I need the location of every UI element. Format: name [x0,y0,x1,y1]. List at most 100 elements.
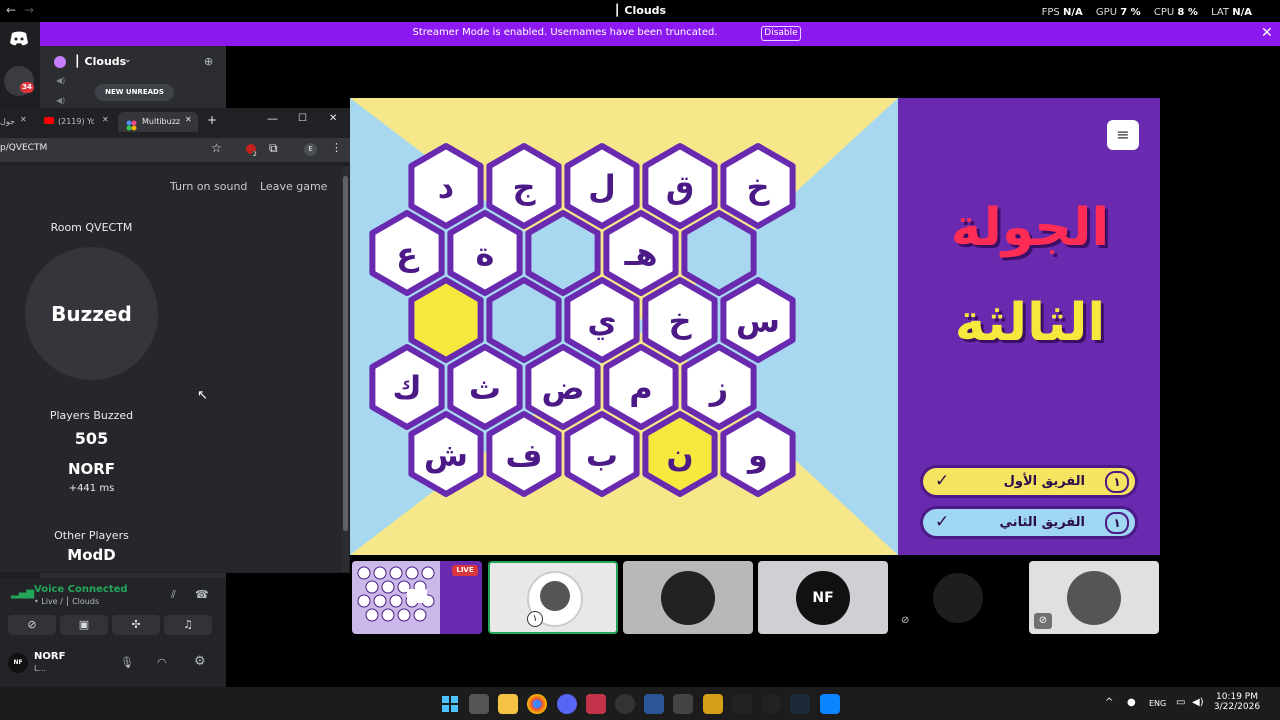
voice-channel-path[interactable]: • Live / ⎮ Clouds [34,597,99,606]
extension-badge: 2 [252,151,258,158]
address-bar[interactable] [0,138,350,162]
windows-taskbar [0,687,1280,720]
hex-letter: خ [746,168,770,206]
file-explorer-icon[interactable] [498,694,518,714]
discord-title-bar: ← → ⎮ Clouds FPS N/A GPU 7 % CPU 8 % LAT… [0,0,1280,22]
app-icon[interactable] [586,694,606,714]
chevron-up-icon[interactable]: ^ [1105,697,1113,708]
task-view-icon[interactable] [469,694,489,714]
hex-cell[interactable] [681,210,757,296]
participant-tile[interactable] [623,561,753,634]
buzz-button-label[interactable]: Buzzed [25,302,158,326]
camera-off-button[interactable]: ⊘ [8,615,56,635]
screen-share-button[interactable]: ▣ [60,615,108,635]
browser-tab[interactable]: (2119) Yo [58,112,94,132]
close-window-icon[interactable]: ✕ [329,113,337,124]
hex-letter: ض [541,369,584,407]
activities-button[interactable]: ✣ [112,615,160,635]
hex-cell[interactable] [525,210,601,296]
participant-avatar [1067,571,1121,625]
app-icon[interactable] [820,694,840,714]
maximize-icon[interactable]: ☐ [298,113,307,124]
round-title-line1: الجولة [950,198,1110,258]
hex-letter: ع [396,235,420,273]
volume-icon[interactable]: ◀) [1192,697,1204,708]
steam-icon[interactable] [790,694,810,714]
hex-letter: و [746,436,768,474]
discord-home-icon[interactable] [4,24,34,54]
scrollbar-thumb[interactable] [343,176,348,531]
hex-letter: ك [392,369,421,407]
extensions-puzzle-icon[interactable]: ⧉ [269,141,278,156]
browser-menu-icon[interactable]: ⋮ [331,141,342,154]
participant-tile[interactable]: ⊘ [893,561,1023,634]
close-tab-icon[interactable]: ✕ [185,115,192,124]
turn-on-sound-link[interactable]: Turn on sound [170,180,247,193]
participant-tile-speaking[interactable]: ١ [488,561,618,634]
hex-letter: ز [708,369,728,407]
settings-taskbar-icon[interactable] [615,694,635,714]
leave-game-link[interactable]: Leave game [260,180,327,193]
app-icon[interactable] [703,694,723,714]
team2-card[interactable]: ✓ الفريق الثاني ١ [920,506,1138,539]
new-tab-button[interactable]: + [207,113,217,127]
microphone-tray-icon[interactable]: ● [1127,697,1136,708]
user-avatar[interactable]: NF [8,653,28,673]
new-unreads-pill[interactable]: NEW UNREADS [95,84,174,101]
round-title-line2: الثالثة [954,293,1106,353]
microphone-icon[interactable]: 🎙︎ [120,656,134,669]
hamburger-menu-icon[interactable]: ≡ [1107,120,1139,150]
hex-letter: ف [505,436,542,474]
close-tab-icon[interactable]: ✕ [102,115,109,124]
hex-cell[interactable] [408,277,484,363]
language-indicator[interactable]: ENG [1149,699,1166,708]
server-header[interactable] [44,52,226,72]
team1-score: ١ [1105,471,1129,493]
profile-avatar[interactable]: E [304,143,317,156]
hex-letter: م [629,369,652,407]
discord-taskbar-icon[interactable] [557,694,577,714]
app-icon[interactable] [761,694,781,714]
signal-icon[interactable]: ▂▄▆ [11,588,34,599]
streamer-mode-banner: Streamer Mode is enabled. Usernames have… [0,22,1280,46]
hex-letter: هـ [623,235,657,273]
hex-letter: ش [424,436,468,474]
soundboard-button[interactable]: ♫ [164,615,212,635]
live-badge: LIVE [452,565,478,576]
bookmark-star-icon[interactable]: ☆ [211,141,222,155]
close-tab-icon[interactable]: ✕ [20,115,27,124]
noise-suppression-icon[interactable]: ⫽ [171,588,176,602]
app-icon[interactable] [644,694,664,714]
user-name[interactable]: NORF [34,651,65,662]
voice-connected-status[interactable]: Voice Connected [34,584,128,595]
lat-label: LAT [1211,7,1230,18]
headphones-icon[interactable]: ◠ [157,656,167,669]
disable-streamer-mode-button[interactable]: Disable [761,26,801,41]
app-icon[interactable] [732,694,752,714]
disconnect-icon[interactable]: ☎ [195,588,209,601]
participant-tile[interactable]: NF [758,561,888,634]
hex-board[interactable]: خ ق ل ج د هـ ة ع س خ ي ز م ض ث ك و ن ب فش [350,98,898,555]
close-banner-icon[interactable]: ✕ [1261,25,1273,41]
cpu-value: 8 % [1177,7,1198,18]
windows-start-icon[interactable] [440,694,460,714]
streamer-mode-message: Streamer Mode is enabled. Usernames have… [412,27,718,38]
team1-card[interactable]: ✓ الفريق الأول ١ [920,465,1138,498]
hex-cell[interactable] [486,277,562,363]
clock-date: 3/22/2026 [1213,702,1261,712]
game-stream-view[interactable]: خ ق ل ج د هـ ة ع س خ ي ز م ض ث ك و ن ب ف ش ≡ الجولة الثالثة … [350,98,1160,555]
settings-gear-icon[interactable]: ⚙ [194,654,206,669]
invite-people-icon[interactable]: ⊕ [204,55,213,68]
chrome-icon[interactable] [527,694,547,714]
app-icon[interactable] [673,694,693,714]
system-clock[interactable]: 10:19 PM 3/22/2026 [1212,692,1262,712]
participant-tile[interactable]: ⊘ [1029,561,1159,634]
hex-letter: د [438,168,454,206]
server-name[interactable]: ⎮ Clouds [74,55,126,68]
url-text[interactable]: p/QVECTM [0,143,47,153]
screen-share-icon: ▣ [78,618,90,631]
network-icon[interactable]: ▭ [1176,697,1185,708]
minimize-icon[interactable]: — [267,112,278,125]
chevron-down-icon[interactable]: ⌄ [124,55,132,65]
participant-avatar [661,571,715,625]
